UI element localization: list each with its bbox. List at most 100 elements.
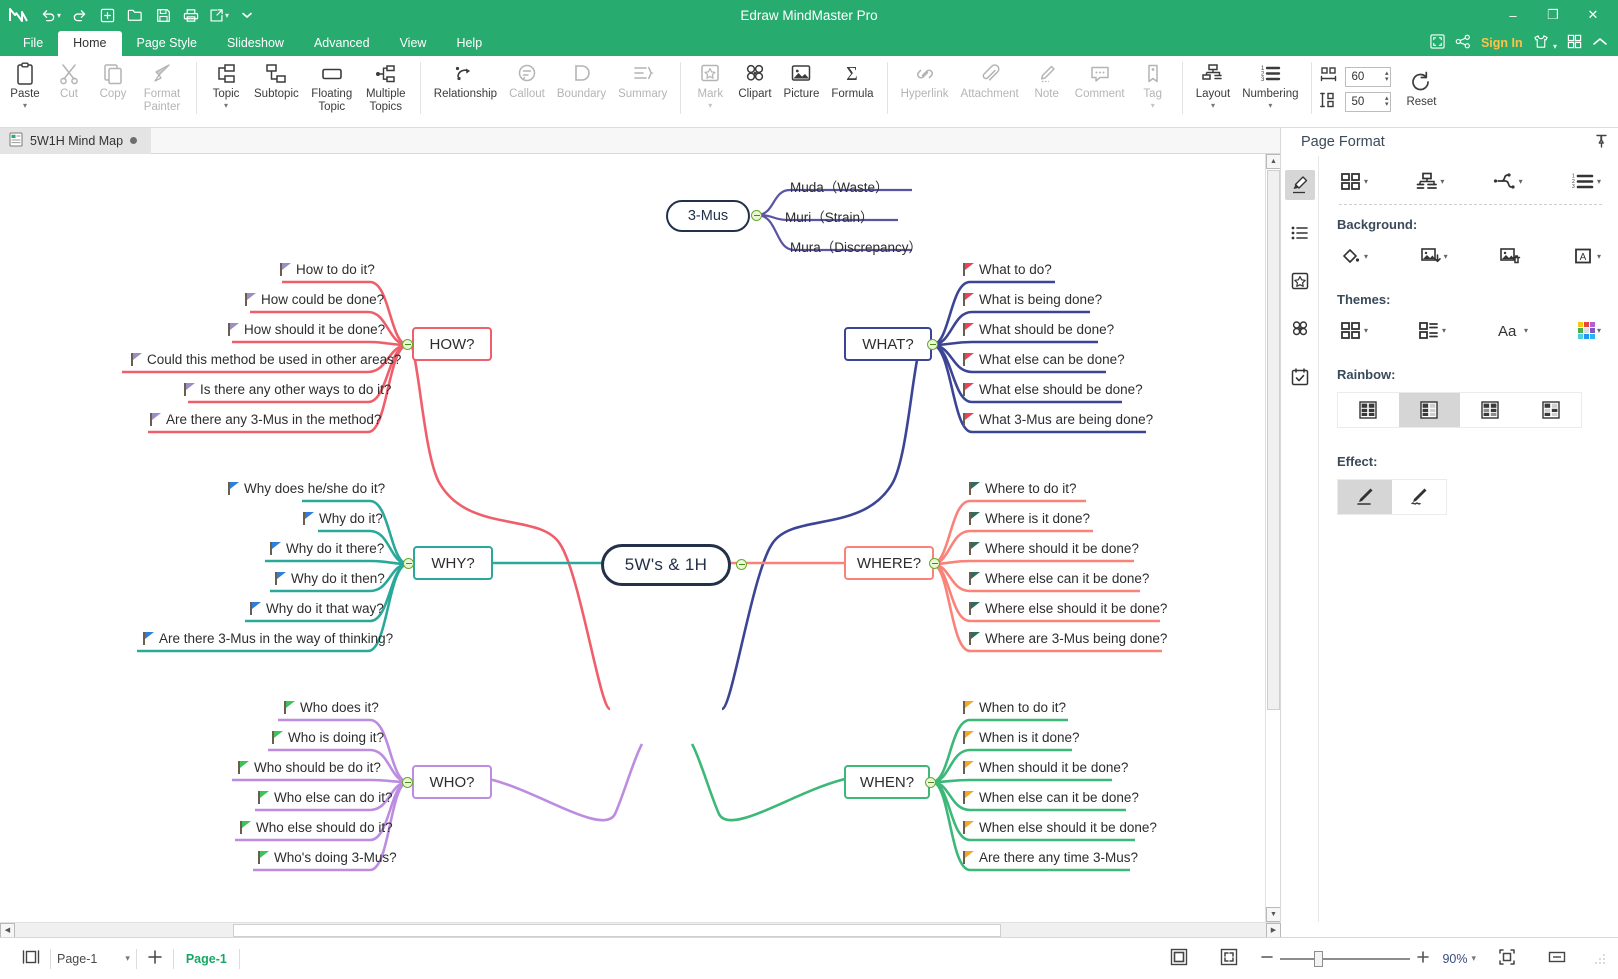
collapse-toggle-how[interactable]: [402, 339, 413, 350]
floating-topic-3mus[interactable]: 3-Mus: [666, 200, 750, 232]
panel-tab-page-format[interactable]: [1284, 170, 1315, 200]
insert-bg-caret-icon[interactable]: ▾: [1444, 252, 1448, 261]
central-topic[interactable]: 5W's & 1H: [601, 544, 731, 586]
numbering-button[interactable]: 123 Numbering ▾: [1236, 56, 1304, 110]
scroll-down-button[interactable]: ▼: [1266, 907, 1281, 922]
leaf-why-2[interactable]: Why do it there?: [270, 541, 384, 556]
menu-item-help[interactable]: Help: [441, 31, 497, 56]
mindmap-canvas[interactable]: 5W's & 1H 3-Mus Muda（Waste） Muri（Strain）…: [0, 154, 1280, 922]
minimize-button[interactable]: –: [1496, 0, 1530, 30]
canvas-vertical-scrollbar[interactable]: ▲ ▼: [1265, 154, 1281, 922]
canvas-horizontal-scrollbar[interactable]: ◀ ▶: [0, 922, 1281, 938]
new-file-icon[interactable]: [94, 2, 120, 28]
leaf-what-2[interactable]: What should be done?: [963, 322, 1114, 337]
add-page-button[interactable]: [137, 949, 173, 968]
theme-colors-caret-icon[interactable]: ▾: [1597, 326, 1601, 335]
topic-button[interactable]: Topic ▾: [204, 56, 248, 110]
topic-caret-icon[interactable]: ▾: [224, 102, 228, 110]
collapse-toggle-why[interactable]: [403, 558, 414, 569]
theme-colors-button[interactable]: ▾: [1575, 318, 1604, 343]
paste-button[interactable]: Paste ▾: [3, 56, 47, 110]
panel-tab-tasks[interactable]: [1285, 362, 1315, 392]
mindmap-diagram[interactable]: 5W's & 1H 3-Mus Muda（Waste） Muri（Strain）…: [0, 154, 1265, 904]
leaf-when-2[interactable]: When should it be done?: [963, 760, 1128, 775]
branch-topic-who[interactable]: WHO?: [412, 765, 492, 799]
reset-button[interactable]: Reset: [1399, 56, 1443, 109]
leaf-when-5[interactable]: Are there any time 3-Mus?: [963, 850, 1138, 865]
branch-topic-what[interactable]: WHAT?: [844, 327, 932, 361]
close-button[interactable]: ✕: [1576, 0, 1610, 30]
fit-screen-button[interactable]: [1210, 948, 1248, 969]
tshirt-theme-icon[interactable]: ▾: [1533, 34, 1557, 52]
collapse-toggle-center[interactable]: [736, 559, 747, 570]
leaf-who-1[interactable]: Who is doing it?: [272, 730, 384, 745]
leaf-what-5[interactable]: What 3-Mus are being done?: [963, 412, 1153, 427]
resize-grip-icon[interactable]: [1594, 953, 1606, 965]
sign-in-button[interactable]: Sign In: [1481, 36, 1523, 50]
connector-style-button[interactable]: ▾: [1490, 168, 1526, 194]
leaf-who-5[interactable]: Who's doing 3-Mus?: [258, 850, 397, 865]
undo-caret-icon[interactable]: ▾: [57, 11, 61, 20]
floating-topic-button[interactable]: Floating Topic: [305, 56, 359, 114]
leaf-why-3[interactable]: Why do it then?: [275, 571, 385, 586]
menu-item-file[interactable]: File: [8, 31, 58, 56]
chevron-up-icon[interactable]: [1592, 36, 1608, 51]
leaf-where-4[interactable]: Where else should it be done?: [969, 601, 1167, 616]
rainbow-option-dark[interactable]: [1520, 393, 1581, 427]
zoom-level-caret-icon[interactable]: ▾: [1471, 953, 1476, 964]
layout-button[interactable]: Layout ▾: [1190, 56, 1237, 110]
floating-child-2[interactable]: Mura（Discrepancy）: [790, 236, 922, 256]
menu-item-page-style[interactable]: Page Style: [122, 31, 212, 56]
numbering-style-caret-icon[interactable]: ▾: [1597, 177, 1601, 186]
collapse-toggle-when[interactable]: [925, 777, 936, 788]
layout-structure-button[interactable]: ▾: [1413, 168, 1447, 194]
theme-font-button[interactable]: Aa ▾: [1493, 317, 1531, 343]
remove-background-image-button[interactable]: [1496, 242, 1524, 270]
leaf-how-1[interactable]: How could be done?: [245, 292, 384, 307]
collapse-toggle-what[interactable]: [927, 339, 938, 350]
export-icon[interactable]: ▾: [206, 2, 232, 28]
rainbow-option-medium[interactable]: [1460, 393, 1521, 427]
fill-color-button[interactable]: ▾: [1337, 242, 1371, 270]
collapse-toggle-3mus[interactable]: [751, 210, 762, 221]
theme-gallery-caret-icon[interactable]: ▾: [1364, 326, 1368, 335]
floating-child-1[interactable]: Muri（Strain）: [785, 206, 874, 226]
open-folder-icon[interactable]: [122, 2, 148, 28]
leaf-when-0[interactable]: When to do it?: [963, 700, 1066, 715]
export-caret-icon[interactable]: ▾: [225, 11, 229, 20]
fill-color-caret-icon[interactable]: ▾: [1364, 252, 1368, 261]
horizontal-spinner-icon[interactable]: ▴ ▾: [1385, 70, 1389, 83]
menu-item-home[interactable]: Home: [58, 31, 122, 56]
leaf-who-0[interactable]: Who does it?: [284, 700, 379, 715]
leaf-where-3[interactable]: Where else can it be done?: [969, 571, 1149, 586]
panel-tab-outline[interactable]: [1285, 218, 1315, 248]
scroll-right-button[interactable]: ▶: [1266, 922, 1281, 938]
leaf-why-4[interactable]: Why do it that way?: [250, 601, 384, 616]
leaf-how-0[interactable]: How to do it?: [280, 262, 375, 277]
leaf-what-3[interactable]: What else can be done?: [963, 352, 1125, 367]
leaf-what-0[interactable]: What to do?: [963, 262, 1052, 277]
scroll-up-button[interactable]: ▲: [1266, 154, 1281, 169]
menu-item-slideshow[interactable]: Slideshow: [212, 31, 299, 56]
collapse-toggle-who[interactable]: [402, 777, 413, 788]
zoom-level-value[interactable]: 90%: [1442, 952, 1467, 966]
subtopic-button[interactable]: Subtopic: [248, 56, 305, 101]
theme-grid-caret-icon[interactable]: ▾: [1364, 177, 1368, 186]
theme-gallery-button[interactable]: ▾: [1337, 317, 1371, 343]
rainbow-option-none[interactable]: [1338, 393, 1399, 427]
panel-tab-marks[interactable]: [1285, 266, 1315, 296]
relationship-button[interactable]: Relationship: [428, 56, 503, 101]
vertical-scroll-thumb[interactable]: [1267, 170, 1280, 710]
leaf-who-3[interactable]: Who else can do it?: [258, 790, 393, 805]
page-view-button[interactable]: [12, 950, 50, 967]
center-page-button[interactable]: [1488, 948, 1526, 969]
branch-topic-when[interactable]: WHEN?: [844, 765, 930, 799]
formula-button[interactable]: Σ Formula: [825, 56, 879, 101]
save-disk-icon[interactable]: [150, 2, 176, 28]
leaf-why-5[interactable]: Are there 3-Mus in the way of thinking?: [143, 631, 393, 646]
effect-option-hand-drawn[interactable]: [1392, 480, 1446, 514]
active-page-tab[interactable]: Page-1: [174, 952, 239, 966]
fit-page-button[interactable]: [1160, 948, 1198, 969]
leaf-who-2[interactable]: Who should be do it?: [238, 760, 381, 775]
leaf-where-0[interactable]: Where to do it?: [969, 481, 1077, 496]
